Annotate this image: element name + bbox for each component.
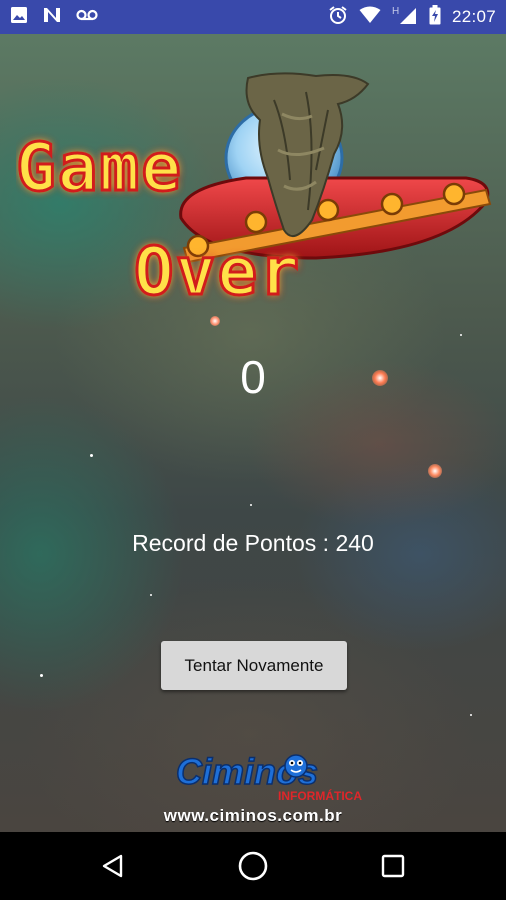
alarm-icon (328, 5, 348, 30)
navigation-bar (0, 832, 506, 900)
home-button[interactable] (208, 832, 298, 900)
star (428, 464, 442, 478)
battery-charging-icon (429, 4, 441, 30)
record-text: Record de Pontos : 240 (132, 530, 374, 556)
n-app-icon (42, 6, 62, 29)
star (470, 714, 472, 716)
title-line-game: Game (16, 129, 183, 206)
network-type-label: H (392, 6, 399, 17)
game-over-screen: H 22:07 Game Over 0 Record de Pontos: 2… (0, 0, 506, 900)
back-icon (102, 854, 123, 878)
game-over-logo: Game Over (16, 72, 492, 310)
recents-button[interactable] (348, 832, 438, 900)
signal-icon: H (392, 5, 418, 30)
retry-button[interactable]: Tentar Novamente (161, 641, 347, 690)
star (40, 674, 43, 677)
voicemail-icon (76, 8, 98, 27)
wifi-icon (359, 6, 381, 29)
mascot-icon (284, 754, 308, 778)
star (460, 334, 462, 336)
star (250, 504, 252, 506)
home-icon (238, 851, 268, 881)
title-line-over: Over (134, 233, 301, 310)
star (210, 316, 220, 326)
star (90, 454, 93, 457)
clock: 22:07 (451, 7, 496, 26)
image-icon (10, 6, 28, 29)
brand-url: www.ciminos.com.br (163, 806, 343, 825)
star (150, 594, 152, 596)
back-button[interactable] (68, 832, 158, 900)
recents-icon (381, 854, 405, 878)
status-bar: H 22:07 (0, 0, 506, 34)
current-score: 0 (240, 351, 266, 403)
brand-subtitle: INFORMÁTICA (278, 788, 362, 803)
